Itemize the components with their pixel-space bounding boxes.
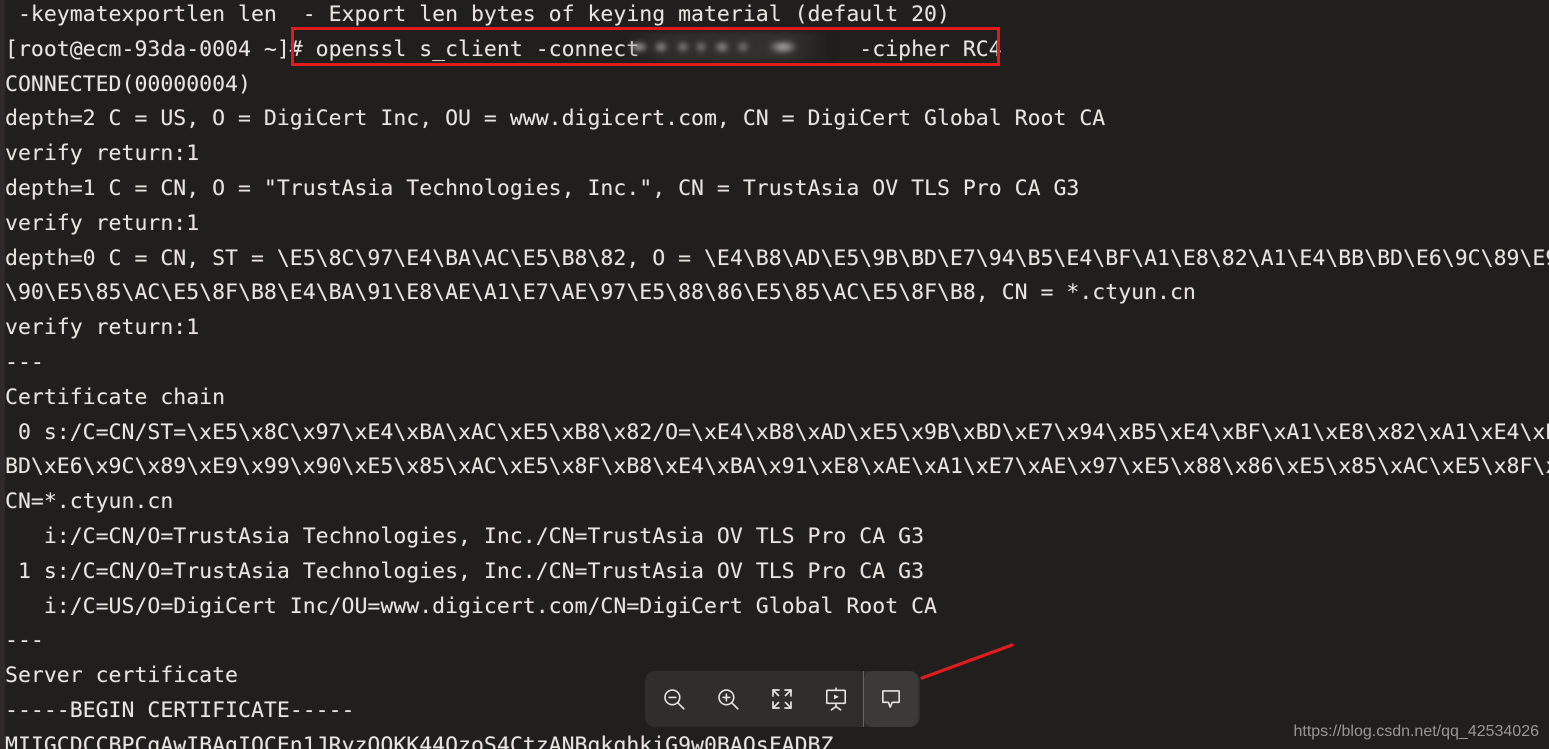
- terminal-window: -keymatexportlen len - Export len bytes …: [0, 0, 1549, 749]
- zoom-in-button[interactable]: [701, 671, 755, 727]
- floating-toolbar[interactable]: [645, 671, 920, 727]
- fullscreen-button[interactable]: [755, 671, 809, 727]
- blurred-ip-address: [623, 32, 830, 61]
- terminal-output: -keymatexportlen len - Export len bytes …: [0, 0, 1549, 749]
- terminal-left-edge: [0, 0, 5, 749]
- zoom-out-icon: [661, 686, 687, 712]
- watermark-url: https://blog.csdn.net/qq_42534026: [1293, 723, 1539, 740]
- comment-icon: [878, 686, 904, 712]
- terminal-line: verify return:1: [5, 141, 200, 167]
- terminal-line: verify return:1: [5, 315, 200, 341]
- terminal-line: 0 s:/C=CN/ST=\xE5\x8C\x97\xE4\xBA\xAC\xE…: [5, 419, 1549, 445]
- zoom-in-icon: [715, 686, 741, 712]
- terminal-line: depth=0 C = CN, ST = \E5\8C\97\E4\BA\AC\…: [5, 245, 1549, 271]
- terminal-line: ---: [5, 349, 44, 375]
- presentation-button[interactable]: [809, 671, 863, 727]
- comment-button[interactable]: [864, 671, 918, 727]
- terminal-line: Certificate chain: [5, 384, 226, 410]
- terminal-line: ---: [5, 628, 44, 654]
- terminal-line: verify return:1: [5, 210, 200, 236]
- fullscreen-icon: [770, 687, 794, 711]
- terminal-line: -keymatexportlen len - Export len bytes …: [5, 2, 950, 27]
- terminal-line: CN=*.ctyun.cn: [5, 489, 174, 515]
- terminal-line: i:/C=US/O=DigiCert Inc/OU=www.digicert.c…: [5, 593, 937, 619]
- terminal-line: \90\E5\85\AC\E5\8F\B8\E4\BA\91\E8\AE\A1\…: [5, 280, 1196, 306]
- zoom-out-button[interactable]: [647, 671, 701, 727]
- presentation-icon: [823, 686, 849, 712]
- terminal-line: 1 s:/C=CN/O=TrustAsia Technologies, Inc.…: [5, 558, 925, 584]
- terminal-line: BD\xE6\x9C\x89\xE9\x99\x90\xE5\x85\xAC\x…: [5, 454, 1549, 480]
- terminal-line: depth=1 C = CN, O = "TrustAsia Technolog…: [5, 175, 1080, 201]
- terminal-line: depth=2 C = US, O = DigiCert Inc, OU = w…: [5, 106, 1106, 132]
- terminal-line: i:/C=CN/O=TrustAsia Technologies, Inc./C…: [5, 523, 925, 549]
- terminal-line: CONNECTED(00000004): [5, 71, 251, 97]
